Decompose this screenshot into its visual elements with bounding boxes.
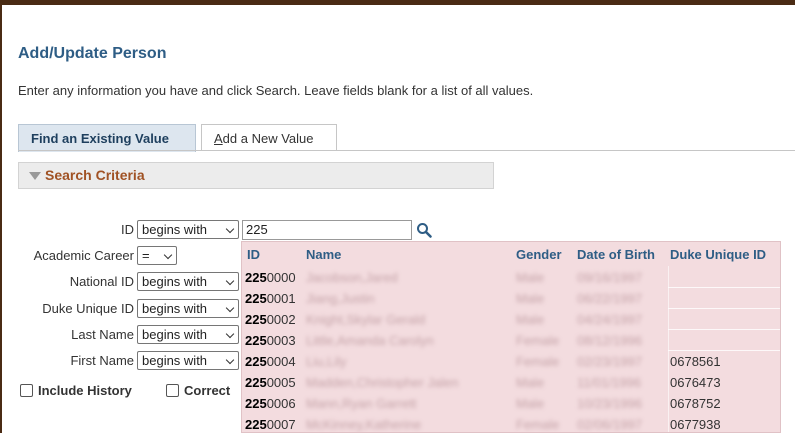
result-gender: Male	[516, 270, 545, 285]
result-duke-unique-id: 0677938	[670, 417, 721, 432]
id-operator-select[interactable]: begins with	[137, 220, 239, 239]
first-name-label: First Name	[70, 353, 134, 368]
id-operator-value: begins with	[142, 222, 208, 237]
result-id: 2250000	[245, 270, 296, 285]
id-label: ID	[121, 222, 134, 237]
window-left-border	[0, 0, 2, 433]
result-name: McKinney,Katherine	[306, 417, 422, 432]
result-row[interactable]: 2250003 Little,Amanda Carolyn Female 08/…	[242, 332, 780, 349]
chevron-down-icon	[163, 250, 173, 260]
result-gender: Male	[516, 375, 545, 390]
academic-career-label: Academic Career	[33, 248, 134, 263]
national-id-label: National ID	[69, 274, 134, 289]
national-id-operator-value: begins with	[142, 274, 208, 289]
result-dob: 10/23/1996	[577, 396, 643, 411]
result-dob: 09/16/1997	[577, 270, 643, 285]
result-gender: Male	[516, 396, 545, 411]
duke-unique-id-operator-select[interactable]: begins with	[137, 299, 239, 318]
last-name-label: Last Name	[71, 327, 134, 342]
result-id: 2250003	[245, 333, 296, 348]
chevron-down-icon	[225, 355, 235, 365]
results-header-dob: Date of Birth	[577, 247, 655, 262]
results-header-duke-unique-id: Duke Unique ID	[670, 247, 767, 262]
result-gender: Female	[516, 417, 560, 432]
chevron-down-icon	[225, 303, 235, 313]
id-typeahead-results[interactable]: ID Name Gender Date of Birth Duke Unique…	[241, 241, 781, 433]
results-row-divider	[668, 329, 780, 330]
tab-label: Find an Existing Value	[31, 131, 169, 146]
result-id: 2250001	[245, 291, 296, 306]
result-dob: 06/22/1997	[577, 291, 643, 306]
magnifier-icon[interactable]	[416, 222, 432, 238]
result-name: Madden,Christopher Jalen	[306, 375, 459, 390]
national-id-operator-select[interactable]: begins with	[137, 272, 239, 291]
results-row-divider	[668, 287, 780, 288]
result-dob: 11/01/1996	[577, 375, 642, 390]
result-row[interactable]: 2250000 Jacobson,Jared Male 09/16/1997	[242, 269, 780, 286]
result-id: 2250006	[245, 396, 296, 411]
result-row[interactable]: 2250007 McKinney,Katherine Female 02/06/…	[242, 416, 780, 432]
include-history-label: Include History	[38, 383, 132, 398]
last-name-operator-value: begins with	[142, 327, 208, 342]
result-name: Knight,Skylar Gerald	[306, 312, 426, 327]
result-name: Little,Amanda Carolyn	[306, 333, 434, 348]
result-gender: Male	[516, 291, 545, 306]
correct-history-checkbox[interactable]	[166, 384, 179, 397]
results-header-id: ID	[247, 247, 260, 262]
results-row-divider	[668, 308, 780, 309]
search-criteria-title: Search Criteria	[45, 167, 145, 183]
chevron-down-icon	[225, 276, 235, 286]
result-row[interactable]: 2250002 Knight,Skylar Gerald Male 04/24/…	[242, 311, 780, 328]
first-name-operator-select[interactable]: begins with	[137, 351, 239, 370]
results-header-name: Name	[306, 247, 342, 262]
result-dob: 04/24/1997	[577, 312, 643, 327]
window-top-border	[0, 0, 795, 5]
result-name: Mann,Ryan Garrett	[306, 396, 417, 411]
academic-career-operator-value: =	[142, 248, 150, 263]
tab-add-new-value[interactable]: Add a New Value	[201, 124, 337, 151]
page-instructions: Enter any information you have and click…	[18, 83, 534, 98]
results-header-gender: Gender	[516, 247, 562, 262]
result-gender: Female	[516, 354, 560, 369]
last-name-operator-select[interactable]: begins with	[137, 325, 239, 344]
result-dob: 02/06/1997	[577, 417, 643, 432]
page-title: Add/Update Person	[18, 45, 167, 62]
result-duke-unique-id: 0678752	[670, 396, 721, 411]
tab-find-existing-value[interactable]: Find an Existing Value	[18, 124, 196, 152]
result-id: 2250004	[245, 354, 296, 369]
first-name-operator-value: begins with	[142, 353, 208, 368]
result-row[interactable]: 2250001 Jiang,Justin Male 06/22/1997	[242, 290, 780, 307]
result-duke-unique-id: 0678561	[670, 354, 721, 369]
result-duke-unique-id: 0676473	[670, 375, 721, 390]
result-id: 2250005	[245, 375, 296, 390]
duke-unique-id-operator-value: begins with	[142, 301, 208, 316]
result-id: 2250007	[245, 417, 296, 432]
result-row[interactable]: 2250006 Mann,Ryan Garrett Male 10/23/199…	[242, 395, 780, 412]
result-name: Jiang,Justin	[306, 291, 375, 306]
id-input[interactable]: 225	[242, 220, 412, 240]
academic-career-operator-select[interactable]: =	[137, 246, 177, 265]
results-row-divider	[668, 350, 780, 351]
tab-divider	[18, 150, 795, 151]
result-name: Liu,Lily	[306, 354, 347, 369]
result-id: 2250002	[245, 312, 296, 327]
result-dob: 02/23/1997	[577, 354, 643, 369]
result-gender: Male	[516, 312, 545, 327]
result-row[interactable]: 2250004 Liu,Lily Female 02/23/1997 06785…	[242, 353, 780, 370]
tab-label: dd a New Value	[222, 131, 314, 146]
triangle-down-icon[interactable]	[29, 172, 41, 180]
result-gender: Female	[516, 333, 560, 348]
tab-accesskey-letter: A	[214, 131, 223, 146]
include-history-checkbox[interactable]	[20, 384, 33, 397]
result-dob: 08/12/1996	[577, 333, 643, 348]
chevron-down-icon	[225, 224, 235, 234]
correct-history-label: Correct	[184, 383, 231, 398]
search-criteria-header[interactable]: Search Criteria	[18, 162, 494, 189]
result-name: Jacobson,Jared	[306, 270, 398, 285]
result-row[interactable]: 2250005 Madden,Christopher Jalen Male 11…	[242, 374, 780, 391]
chevron-down-icon	[225, 329, 235, 339]
duke-unique-id-label: Duke Unique ID	[42, 301, 134, 316]
